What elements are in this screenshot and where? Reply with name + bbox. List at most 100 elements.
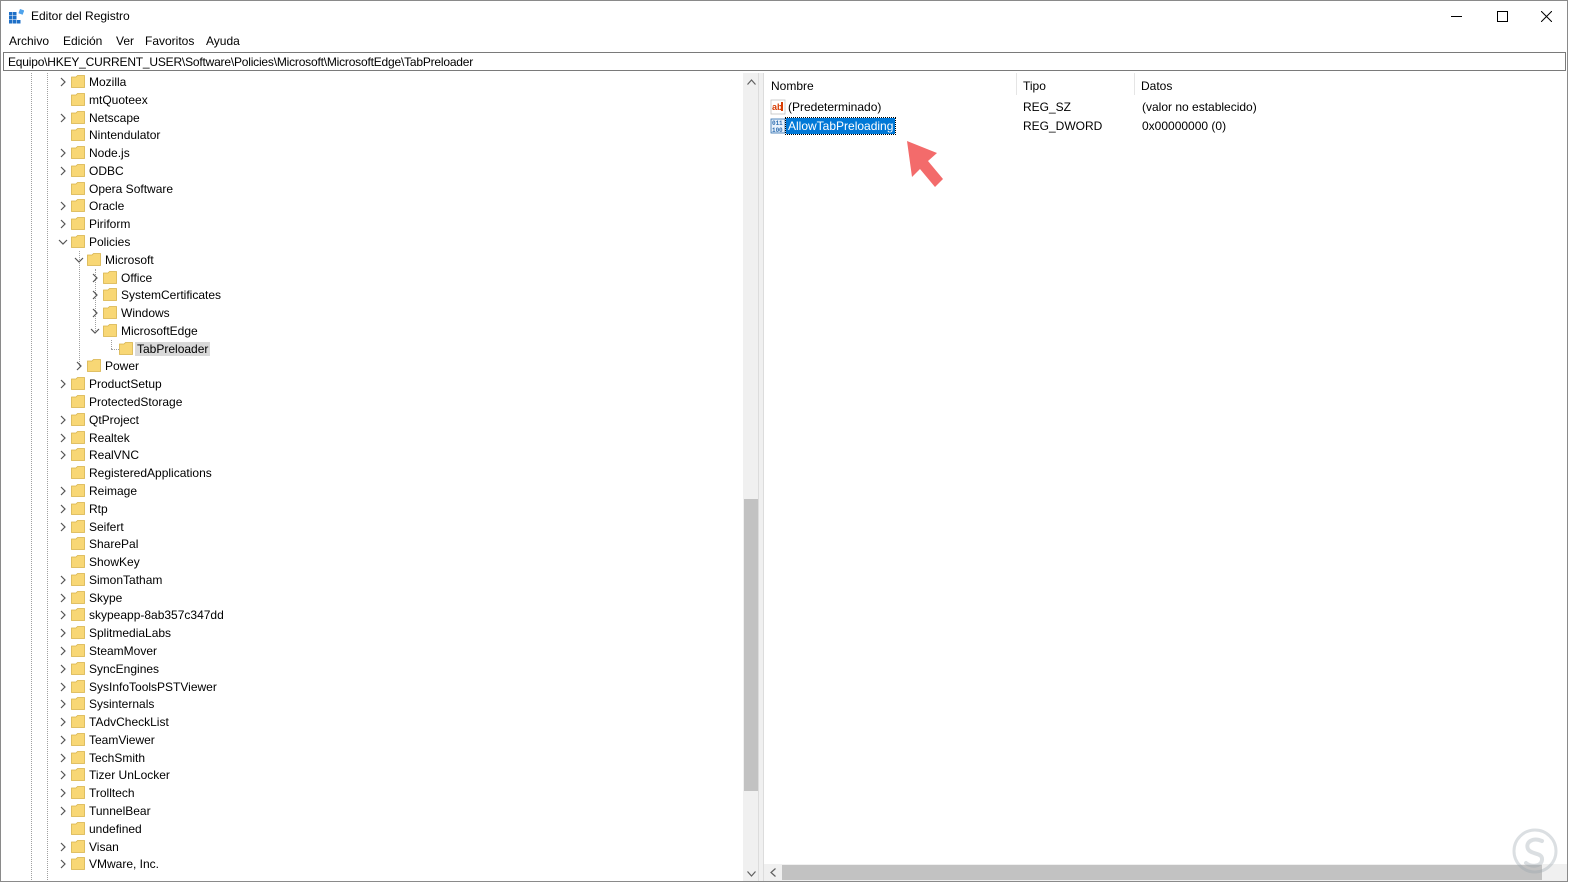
menu-ayuda[interactable]: Ayuda — [204, 34, 242, 48]
folder-icon — [103, 288, 117, 302]
tree-item-label: QtProject — [89, 412, 140, 427]
tree-item-label: Microsoft — [105, 252, 154, 267]
chevron-right-icon[interactable] — [57, 787, 69, 799]
folder-icon — [71, 395, 85, 408]
title-bar: Editor del Registro — [1, 1, 1567, 32]
menu-ver[interactable]: Ver — [114, 34, 136, 48]
chevron-right-icon[interactable] — [57, 218, 69, 230]
chevron-right-icon[interactable] — [57, 165, 69, 177]
chevron-right-icon[interactable] — [57, 200, 69, 212]
folder-icon — [71, 786, 85, 800]
chevron-right-icon[interactable] — [89, 289, 101, 301]
folder-icon — [103, 324, 117, 337]
menu-archivo[interactable]: Archivo — [7, 34, 51, 48]
chevron-right-icon[interactable] — [57, 112, 69, 124]
chevron-right-icon[interactable] — [57, 627, 69, 639]
tree-item-label: Windows — [121, 306, 170, 321]
tree-item-label: SimonTatham — [89, 572, 163, 587]
tree-item-label: Seifert — [89, 519, 124, 534]
chevron-down-icon — [747, 870, 756, 877]
folder-icon — [71, 821, 85, 835]
maximize-button[interactable] — [1479, 1, 1525, 32]
registry-editor-icon — [9, 9, 24, 24]
value-row-predeterminado[interactable]: ab (Predeterminado) REG_SZ (valor no est… — [764, 98, 1564, 117]
tree-item-label: Oracle — [89, 199, 125, 214]
value-type: REG_DWORD — [1023, 119, 1103, 133]
chevron-right-icon[interactable] — [57, 752, 69, 764]
chevron-right-icon[interactable] — [57, 716, 69, 728]
menu-edicion[interactable]: Edición — [61, 34, 104, 48]
folder-icon — [87, 359, 101, 373]
string-value-icon: ab — [770, 99, 786, 115]
scroll-up-button[interactable] — [743, 73, 758, 90]
chevron-right-icon[interactable] — [57, 645, 69, 657]
tree-item-label: TechSmith — [89, 750, 146, 765]
chevron-right-icon[interactable] — [57, 734, 69, 746]
tree-connector-line — [31, 73, 32, 881]
address-bar[interactable]: Equipo\HKEY_CURRENT_USER\Software\Polici… — [3, 52, 1566, 71]
tree-item-label: Skype — [89, 590, 123, 605]
tree-item-label: Mozilla — [89, 75, 127, 89]
folder-icon — [71, 697, 85, 711]
chevron-right-icon[interactable] — [57, 841, 69, 853]
column-header-tipo[interactable]: Tipo — [1016, 73, 1134, 97]
chevron-right-icon[interactable] — [57, 378, 69, 390]
tree-vertical-scrollbar[interactable] — [743, 73, 758, 881]
scroll-down-button[interactable] — [743, 865, 758, 881]
folder-icon — [119, 341, 133, 355]
minimize-button[interactable] — [1433, 1, 1479, 32]
scroll-left-button[interactable] — [764, 864, 781, 881]
tree-item-label: SteamMover — [89, 643, 158, 658]
tree-item-label: RealVNC — [89, 448, 140, 463]
chevron-right-icon[interactable] — [57, 414, 69, 426]
chevron-down-icon[interactable] — [57, 236, 69, 248]
folder-icon — [71, 839, 85, 853]
chevron-right-icon[interactable] — [57, 432, 69, 444]
values-horizontal-scrollbar[interactable] — [764, 864, 1567, 881]
close-button[interactable] — [1523, 1, 1567, 32]
chevron-right-icon[interactable] — [57, 769, 69, 781]
folder-icon — [71, 217, 85, 231]
chevron-right-icon[interactable] — [57, 609, 69, 621]
tree-item-label: Opera Software — [89, 181, 174, 196]
folder-icon — [71, 128, 85, 142]
chevron-right-icon[interactable] — [57, 681, 69, 693]
tree-item-label: Reimage — [89, 483, 138, 498]
chevron-right-icon[interactable] — [57, 76, 69, 88]
column-header-nombre[interactable]: Nombre — [764, 73, 1016, 97]
value-row-allowtabpreloading[interactable]: 01 10 1 0 AllowTabPreloading REG_DWORD 0… — [764, 117, 1564, 136]
folder-icon — [71, 715, 85, 728]
watermark-logo-icon — [1512, 828, 1558, 874]
chevron-right-icon[interactable] — [89, 307, 101, 319]
chevron-right-icon[interactable] — [57, 574, 69, 586]
chevron-left-icon — [769, 868, 776, 877]
chevron-right-icon[interactable] — [57, 805, 69, 817]
chevron-right-icon[interactable] — [57, 147, 69, 159]
scroll-thumb[interactable] — [744, 499, 758, 791]
folder-icon — [71, 555, 85, 568]
chevron-right-icon[interactable] — [57, 858, 69, 870]
chevron-right-icon[interactable] — [57, 503, 69, 515]
chevron-right-icon[interactable] — [57, 663, 69, 675]
scroll-thumb[interactable] — [782, 865, 1542, 880]
tree-item-label: undefined — [89, 821, 142, 836]
chevron-right-icon[interactable] — [57, 521, 69, 533]
chevron-right-icon[interactable] — [73, 360, 85, 372]
chevron-right-icon[interactable] — [57, 449, 69, 461]
folder-icon — [71, 163, 85, 177]
chevron-down-icon[interactable] — [73, 254, 85, 266]
tree-connector-line — [79, 250, 80, 367]
minimize-icon — [1450, 16, 1462, 17]
chevron-right-icon[interactable] — [57, 485, 69, 497]
chevron-right-icon[interactable] — [57, 698, 69, 710]
chevron-down-icon[interactable] — [89, 325, 101, 337]
key-tree-pane[interactable]: Mozilla mtQuoteex Netscape Nintendulator Nod… — [3, 73, 758, 881]
chevron-right-icon[interactable] — [89, 272, 101, 284]
menu-favoritos[interactable]: Favoritos — [143, 34, 196, 48]
annotation-arrow-icon — [907, 141, 943, 187]
column-header-datos[interactable]: Datos — [1134, 73, 1564, 97]
chevron-right-icon[interactable] — [57, 592, 69, 604]
value-name: AllowTabPreloading — [784, 117, 897, 135]
tree-item-label: ShowKey — [89, 555, 140, 570]
values-pane[interactable]: Nombre Tipo Datos ab (Predeterminado) RE… — [764, 73, 1567, 881]
